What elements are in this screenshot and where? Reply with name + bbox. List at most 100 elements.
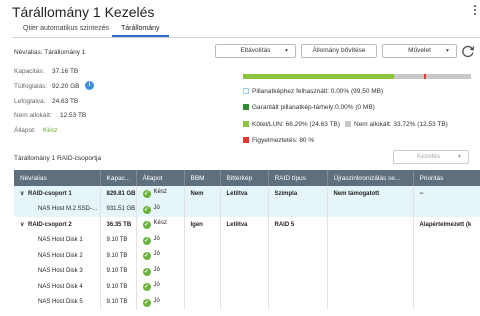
tab-storage-pool[interactable]: Tárállomány bbox=[121, 25, 160, 32]
bitmap-cell: Letiltva bbox=[220, 217, 269, 233]
warning-threshold-marker bbox=[424, 74, 426, 79]
remove-button[interactable]: Eltávolítás ▼ bbox=[215, 44, 296, 58]
name-cell: ∨ RAID-csoport 2 bbox=[14, 217, 101, 233]
resync-cell bbox=[327, 217, 414, 233]
status-cell: ✓ Jó bbox=[136, 248, 185, 264]
capacity-cell: 9.10 TB bbox=[100, 294, 137, 310]
bbm-cell bbox=[184, 279, 221, 295]
tab-qtier[interactable]: Qtier automatikus szintezés bbox=[23, 25, 109, 32]
unallocated-value: 12.53 TB bbox=[60, 112, 87, 119]
status-cell-text: Jó bbox=[153, 282, 160, 289]
info-icon[interactable]: i bbox=[85, 81, 94, 90]
resync-cell bbox=[327, 279, 414, 295]
name-cell-text: NAS Host Disk 4 bbox=[38, 283, 83, 290]
raid-type-cell: RAID 5 bbox=[268, 217, 328, 233]
status-cell: ✓ Jó bbox=[136, 201, 185, 217]
pool-alias: Név/alias: Tárállomány 1 bbox=[14, 49, 86, 56]
action-button-label: Művelet bbox=[408, 47, 431, 54]
name-cell: NAS Host Disk 1 bbox=[14, 232, 101, 248]
name-cell: NAS Host Disk 4 bbox=[14, 279, 101, 295]
legend-swatch bbox=[243, 88, 249, 94]
table-row[interactable]: NAS Host Disk 4 9.10 TB ✓ Jó bbox=[14, 279, 480, 295]
expand-chevron-icon[interactable]: ∨ bbox=[20, 190, 28, 197]
table-row[interactable]: NAS Host Disk 2 9.10 TB ✓ Jó bbox=[14, 248, 480, 264]
allocated-value: 24.63 TB bbox=[52, 98, 79, 105]
legend-swatch bbox=[243, 121, 249, 127]
chevron-down-icon: ▼ bbox=[445, 48, 450, 54]
more-options-icon[interactable] bbox=[470, 3, 480, 19]
allocated-label: Lefoglalva: bbox=[14, 98, 46, 105]
bitmap-cell-text: Letiltva bbox=[226, 221, 248, 228]
capacity-usage-bar bbox=[243, 74, 471, 79]
column-header[interactable]: Prioritás bbox=[413, 170, 480, 186]
column-header[interactable]: Bittérkép bbox=[220, 170, 269, 186]
table-row[interactable]: ∨ RAID-csoport 2 36.35 TB ✓ Kész Igen Letiltva… bbox=[14, 217, 480, 233]
manage-button[interactable]: Kezelés ▼ bbox=[393, 150, 469, 164]
bitmap-cell bbox=[220, 248, 269, 264]
expand-chevron-icon[interactable]: ∨ bbox=[20, 221, 28, 228]
table-row[interactable]: ∨ RAID-csoport 1 829.81 GB ✓ Kész Nem Letiltva… bbox=[14, 186, 480, 202]
bitmap-cell bbox=[220, 263, 269, 279]
name-cell: NAS Host M.2 SSD-... bbox=[14, 201, 101, 217]
priority-cell bbox=[413, 201, 480, 217]
bitmap-cell: Letiltva bbox=[220, 186, 269, 202]
resync-cell bbox=[327, 201, 414, 217]
status-cell-text: Jó bbox=[153, 297, 160, 304]
status-cell: ✓ Jó bbox=[136, 294, 185, 310]
table-row[interactable]: NAS Host Disk 3 9.10 TB ✓ Jó bbox=[14, 263, 480, 279]
capacity-cell: 9.10 TB bbox=[100, 263, 137, 279]
column-header[interactable]: BBM bbox=[184, 170, 221, 186]
capacity-value: 37.16 TB bbox=[52, 68, 79, 75]
bbm-cell: Nem bbox=[184, 186, 221, 202]
resync-cell bbox=[327, 232, 414, 248]
capacity-cell: 9.10 TB bbox=[100, 248, 137, 264]
status-label: Állapot: bbox=[14, 127, 36, 134]
capacity-cell-text: 9.10 TB bbox=[106, 252, 128, 259]
capacity-cell-text: 829.81 GB bbox=[106, 190, 136, 197]
bbm-cell-text: Igen bbox=[190, 221, 203, 228]
bitmap-cell bbox=[220, 201, 269, 217]
raid-type-cell bbox=[268, 263, 328, 279]
status-cell-text: Jó bbox=[153, 251, 160, 258]
column-header[interactable]: Kapac... bbox=[100, 170, 137, 186]
table-row[interactable]: NAS Host M.2 SSD-... 931.51 GB ✓ Jó bbox=[14, 201, 480, 217]
column-header[interactable]: Újraszinkronizálás se... bbox=[327, 170, 414, 186]
raid-type-cell: Szimpla bbox=[268, 186, 328, 202]
priority-cell bbox=[413, 294, 480, 310]
column-header[interactable]: RAID típus bbox=[268, 170, 328, 186]
capacity-cell: 36.35 TB bbox=[100, 217, 137, 233]
capacity-cell: 931.51 GB bbox=[100, 201, 137, 217]
column-header[interactable]: Állapot bbox=[136, 170, 185, 186]
check-circle-icon: ✓ bbox=[142, 236, 151, 245]
priority-cell bbox=[413, 279, 480, 295]
legend-snapshot-used: Pillanatképhez felhasznált: 0.00% (99.50… bbox=[243, 88, 383, 95]
remove-button-label: Eltávolítás bbox=[240, 47, 271, 54]
column-header[interactable]: Név/alias bbox=[14, 170, 101, 186]
status-cell: ✓ Jó bbox=[136, 279, 185, 295]
table-row[interactable]: NAS Host Disk 5 9.10 TB ✓ Jó bbox=[14, 294, 480, 310]
check-circle-icon: ✓ bbox=[142, 298, 151, 307]
resync-cell bbox=[327, 263, 414, 279]
status-cell-text: Kész bbox=[153, 189, 167, 196]
resync-cell-text: Nem támogatott bbox=[333, 190, 380, 197]
status-cell-text: Kész bbox=[153, 220, 167, 227]
refresh-icon[interactable] bbox=[461, 44, 475, 58]
legend-snapshot-reserved: Garantált pillanatkép-tárhely:0.00% (0 M… bbox=[243, 104, 375, 111]
expand-pool-button[interactable]: Állomány bővítése bbox=[301, 44, 377, 58]
name-cell: NAS Host Disk 5 bbox=[14, 294, 101, 310]
priority-cell-text: -- bbox=[419, 190, 424, 197]
chevron-down-icon: ▼ bbox=[284, 48, 289, 54]
priority-cell: -- bbox=[413, 186, 480, 202]
priority-cell-text: Alapértelmezett (k bbox=[419, 221, 472, 228]
raid-section-title: Tárállomány 1 RAID-csoportja bbox=[14, 155, 102, 162]
legend-swatch bbox=[243, 137, 249, 143]
legend-unallocated: Nem allokált: 33.72% (12.53 TB) bbox=[345, 121, 448, 128]
action-button[interactable]: Művelet ▼ bbox=[382, 44, 457, 58]
used-capacity-fill bbox=[243, 74, 395, 79]
check-circle-icon: ✓ bbox=[142, 205, 151, 214]
status-cell-text: Jó bbox=[153, 235, 160, 242]
capacity-cell: 9.10 TB bbox=[100, 232, 137, 248]
legend-swatch bbox=[345, 121, 351, 127]
table-row[interactable]: NAS Host Disk 1 9.10 TB ✓ Jó bbox=[14, 232, 480, 248]
capacity-cell: 829.81 GB bbox=[100, 186, 137, 202]
